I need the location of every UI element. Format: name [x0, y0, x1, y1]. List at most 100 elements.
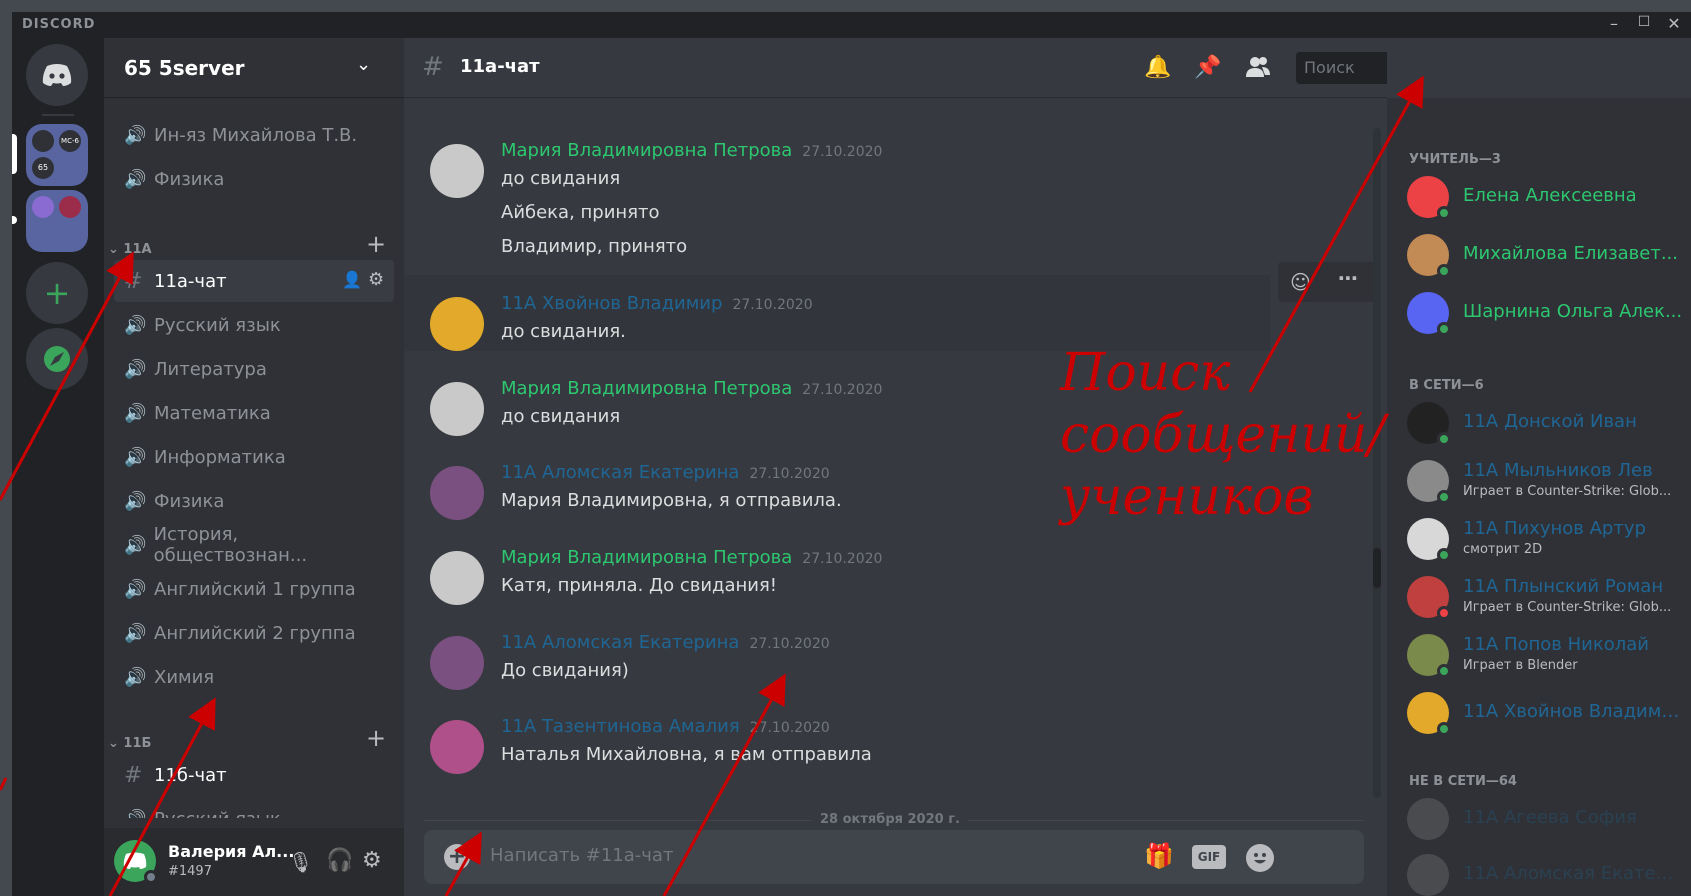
pin-icon[interactable]: 📌 [1194, 55, 1222, 83]
server-folder-2[interactable] [26, 190, 88, 252]
channel-label: Английский 2 группа [154, 622, 356, 644]
channel-label: Английский 1 группа [154, 578, 356, 600]
member-item[interactable]: 11А Хвойнов Владимир [1407, 690, 1687, 738]
member-item[interactable]: 11А Пихунов Артур смотрит 2D [1407, 516, 1687, 564]
avatar[interactable] [430, 466, 484, 520]
arrow-line [0, 777, 8, 791]
message-author[interactable]: 11А Аломская Екатерина [501, 632, 739, 653]
message-composer[interactable]: + Написать #11а-чат 🎁 GIF [424, 830, 1364, 884]
channel-label: Физика [154, 168, 225, 190]
avatar[interactable] [430, 297, 484, 351]
message-text: до свидания [501, 406, 621, 427]
message-author[interactable]: 11А Аломская Екатерина [501, 462, 739, 483]
compass-icon [44, 346, 70, 372]
explore-servers-button[interactable] [26, 328, 88, 390]
message-text: Катя, приняла. До свидания! [501, 575, 778, 596]
channel-item[interactable]: 🔊Русский язык [114, 798, 394, 819]
message-author[interactable]: 11А Тазентинова Амалия [501, 716, 740, 737]
user-panel: Валерия Ал... #1497 🎙 🎧 ⚙ [104, 828, 404, 896]
chevron-down-icon: ⌄ [356, 54, 372, 75]
status-dot [1437, 490, 1451, 504]
server-folder-1[interactable]: MC-6 65 [26, 124, 88, 186]
channel-sidebar: 65 5server ⌄ 🔊 Ин-яз Михайлова Т.В. 🔊 Физик… [104, 38, 404, 896]
emoji-icon[interactable] [1246, 844, 1274, 872]
avatar[interactable] [430, 551, 484, 605]
message-hover-toolbar: ☺ ⋯ [1278, 262, 1378, 302]
channel-item[interactable]: 🔊 Физика [114, 158, 394, 200]
message-header: Мария Владимировна Петрова 27.10.2020 [501, 140, 882, 161]
server-header[interactable]: 65 5server ⌄ [104, 38, 404, 98]
member-item[interactable]: 11А Агеева София [1407, 796, 1687, 844]
channel-header: # 11а-чат 🔔 📌 Поиск ⌕ ? [404, 38, 1578, 98]
avatar[interactable] [430, 144, 484, 198]
channel-item[interactable]: 🔊 Химия [114, 656, 394, 698]
message-text: До свидания) [501, 660, 629, 681]
add-channel-button[interactable]: + [366, 230, 386, 258]
category-11a[interactable]: ⌄ 11А [108, 242, 152, 257]
headphones-icon[interactable]: 🎧 [326, 848, 353, 873]
maximize-button[interactable]: ☐ [1632, 14, 1656, 36]
member-item[interactable]: 11А Мыльников Лев Играет в Counter-Strike… [1407, 458, 1687, 506]
mute-icon[interactable]: 🎙 [288, 850, 313, 874]
members-icon[interactable] [1244, 55, 1272, 83]
channel-item[interactable]: #11а-чат 👤 ⚙ [114, 260, 394, 302]
invite-icon[interactable]: 👤 [342, 270, 362, 289]
channel-item[interactable]: 🔊 История, обществознан... [114, 524, 394, 566]
status-dot [1437, 322, 1451, 336]
channel-label: Информатика [154, 446, 286, 468]
hashtag-icon: # [124, 268, 143, 294]
member-item[interactable]: 11А Попов Николай Играет в Blender [1407, 632, 1687, 680]
avatar[interactable] [430, 636, 484, 690]
attach-plus-icon[interactable]: + [444, 844, 470, 870]
add-channel-button[interactable]: + [366, 724, 386, 752]
member-item[interactable]: Елена Алексеевна [1407, 174, 1687, 222]
members-header-fill [1387, 38, 1691, 98]
message-text: Мария Владимировна, я отправила. [501, 490, 842, 511]
channel-item-partial[interactable] [114, 98, 394, 104]
message-input[interactable]: Написать #11а-чат [490, 845, 673, 866]
message-text: Наталья Михайловна, я вам отправила [501, 744, 872, 765]
add-reaction-icon[interactable]: ☺ [1290, 270, 1311, 294]
message-author[interactable]: Мария Владимировна Петрова [501, 140, 792, 161]
channel-item[interactable]: 🔊 Английский 2 группа [114, 612, 394, 654]
more-icon[interactable]: ⋯ [1338, 266, 1358, 290]
gif-button[interactable]: GIF [1192, 845, 1226, 869]
avatar[interactable] [430, 720, 484, 774]
member-activity: Играет в Counter-Strike: Glob... [1463, 600, 1672, 615]
channel-item[interactable]: 🔊 Литература [114, 348, 394, 390]
avatar[interactable] [430, 382, 484, 436]
member-name: 11А Плынский Роман [1463, 576, 1664, 597]
gear-icon[interactable]: ⚙ [362, 848, 382, 873]
message-author[interactable]: 11А Хвойнов Владимир [501, 293, 722, 314]
close-button[interactable]: ✕ [1662, 14, 1686, 36]
member-item[interactable]: Михайлова Елизавет... [1407, 232, 1687, 280]
status-dot [1437, 606, 1451, 620]
scrollbar-thumb[interactable] [1373, 548, 1381, 588]
channel-item[interactable]: 🔊 Ин-яз Михайлова Т.В. [114, 114, 394, 156]
member-item[interactable]: 11А Аломская Екатер... [1407, 852, 1687, 896]
add-server-button[interactable]: + [26, 262, 88, 324]
bell-icon[interactable]: 🔔 [1144, 55, 1172, 83]
member-list: УЧИТЕЛЬ—3 Елена Алексеевна Михайлова Елиза… [1387, 98, 1691, 896]
member-item[interactable]: 11А Донской Иван [1407, 400, 1687, 448]
category-label: 11А [123, 242, 152, 257]
home-button[interactable] [26, 44, 88, 106]
channel-item[interactable]: 🔊 Математика [114, 392, 394, 434]
member-activity: смотрит 2D [1463, 542, 1543, 557]
channel-item[interactable]: 🔊 Физика [114, 480, 394, 522]
channel-item[interactable]: 🔊 Английский 1 группа [114, 568, 394, 610]
channel-item[interactable]: #11б-чат [114, 754, 394, 796]
gear-icon[interactable]: ⚙ [368, 269, 384, 290]
message-text: до свидания. [501, 321, 626, 342]
minimize-button[interactable]: – [1602, 14, 1626, 36]
channel-item[interactable]: 🔊Русский язык [114, 304, 394, 346]
status-dot [1437, 664, 1451, 678]
category-11b[interactable]: ⌄ 11Б [108, 736, 151, 751]
channel-label: Математика [154, 402, 271, 424]
message-author[interactable]: Мария Владимировна Петрова [501, 378, 792, 399]
message-author[interactable]: Мария Владимировна Петрова [501, 547, 792, 568]
gift-icon[interactable]: 🎁 [1144, 842, 1174, 870]
member-item[interactable]: 11А Плынский Роман Играет в Counter-Strik… [1407, 574, 1687, 622]
member-item[interactable]: Шарнина Ольга Алек... [1407, 290, 1687, 338]
channel-item[interactable]: 🔊 Информатика [114, 436, 394, 478]
